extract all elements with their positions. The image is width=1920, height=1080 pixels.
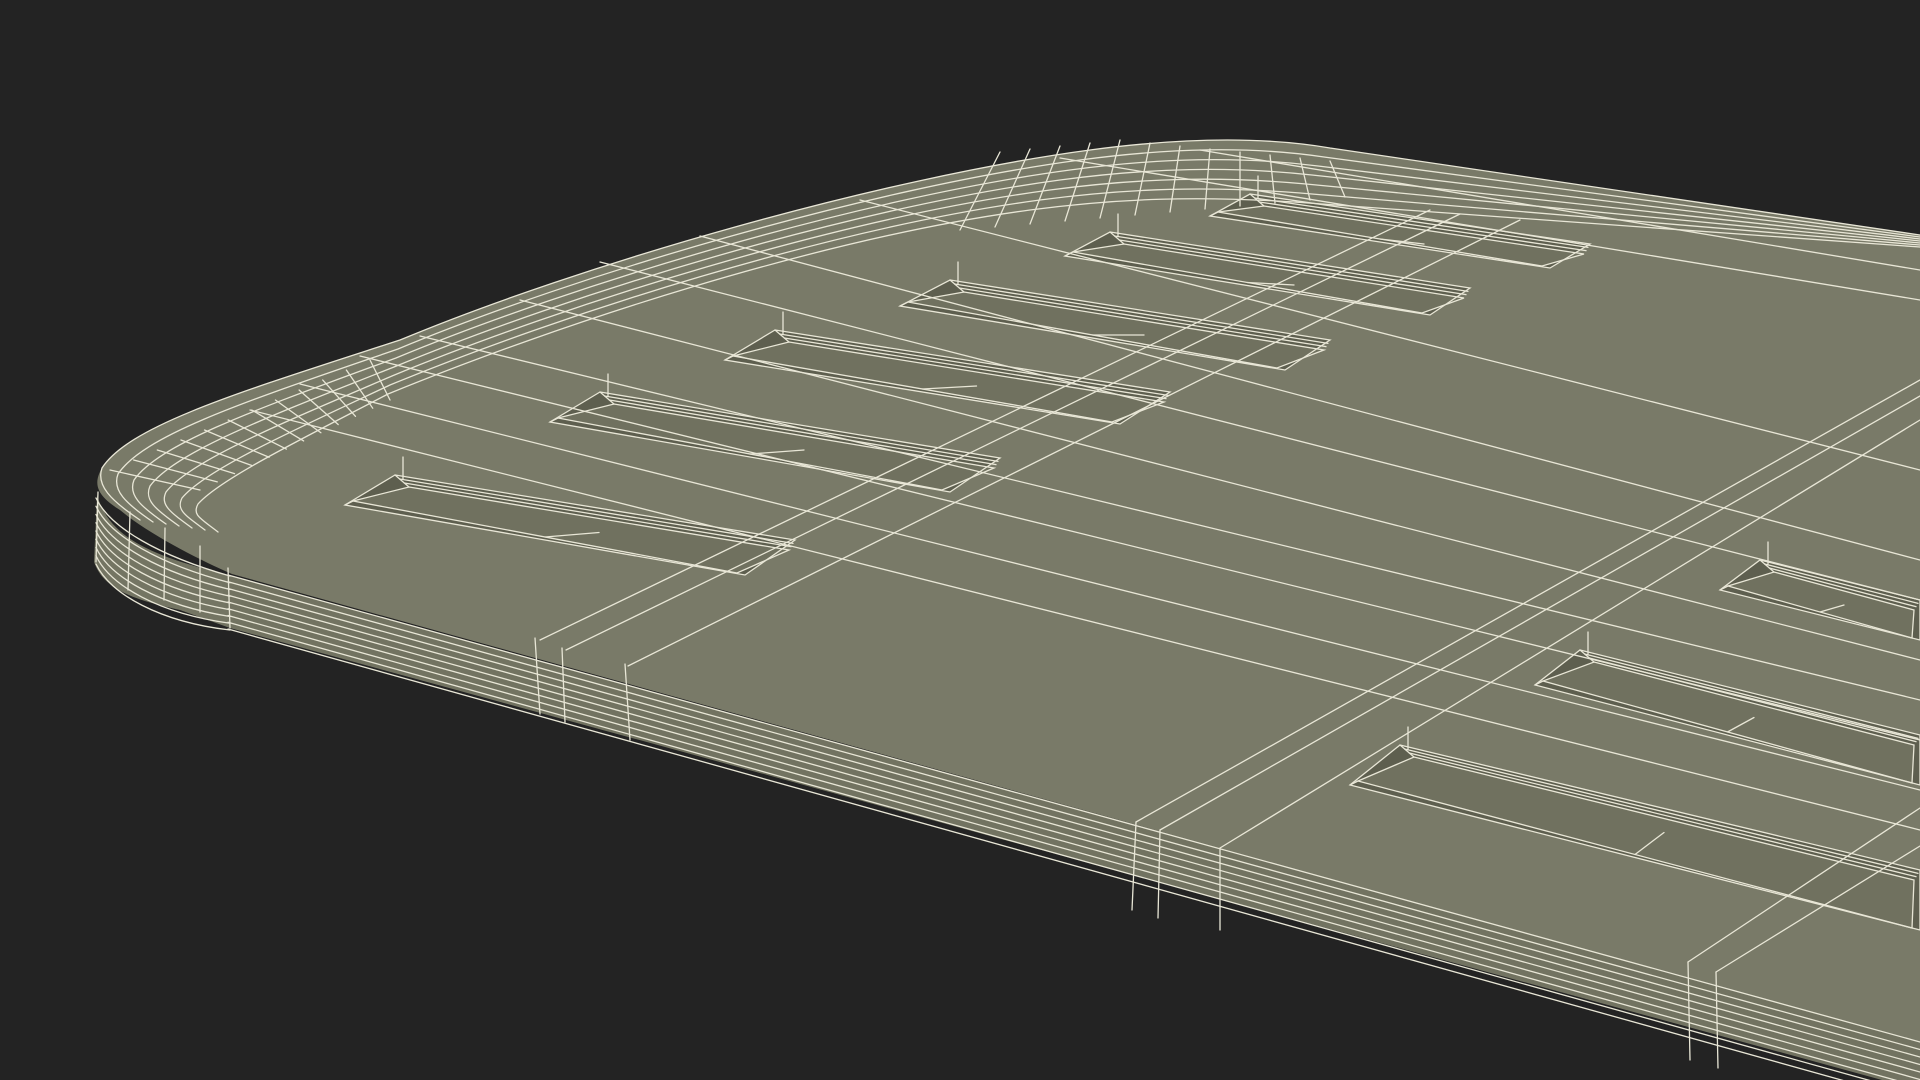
3d-viewport[interactable]	[0, 0, 1920, 1080]
wireframe-model-render	[0, 0, 1920, 1080]
